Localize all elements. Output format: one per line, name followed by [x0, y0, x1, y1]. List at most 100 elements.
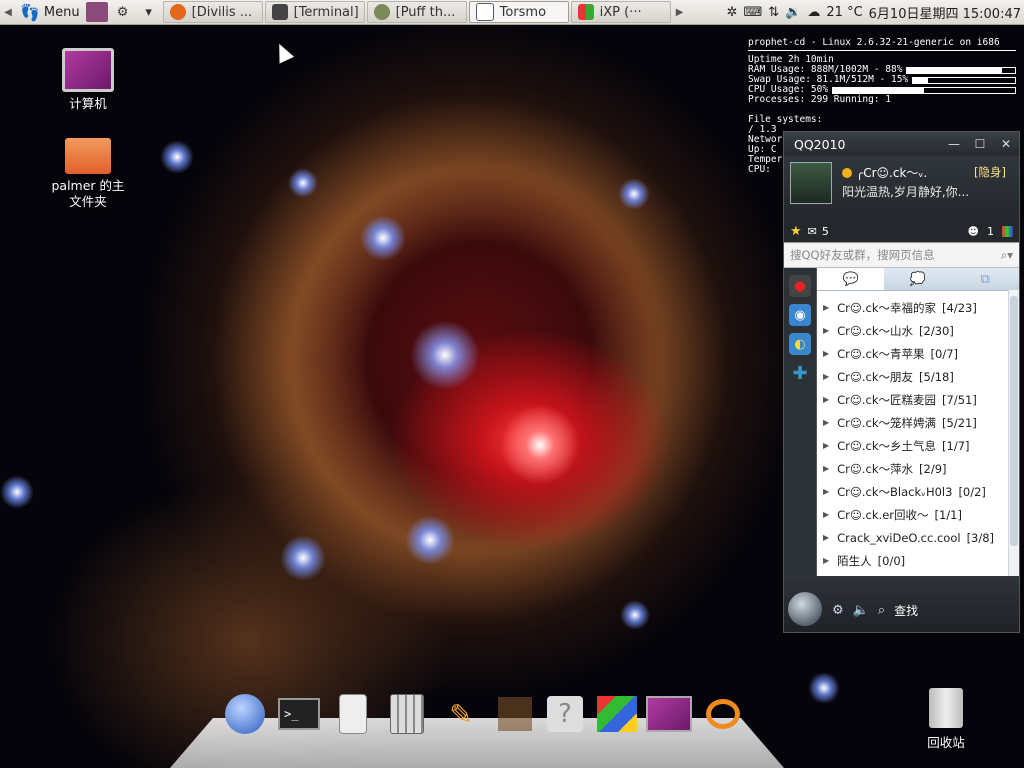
conky-header: prophet-cd - Linux 2.6.32-21-generic on … — [748, 37, 1000, 48]
task-torsmo[interactable]: Torsmo — [468, 1, 569, 23]
desktop-icon-trash[interactable]: 回收站 — [910, 688, 982, 751]
cleaner-icon[interactable]: ✎ — [438, 691, 484, 737]
search-icon[interactable]: ⌕▾ — [1001, 248, 1013, 263]
panel-scroll-left-button[interactable]: ◀ — [0, 1, 16, 23]
calculator-icon[interactable] — [384, 691, 430, 737]
expand-chevron-icon[interactable]: ▶ — [823, 418, 829, 427]
tab-contacts[interactable]: 💬 — [817, 268, 885, 290]
task-label: [Terminal] — [293, 4, 359, 20]
add-icon[interactable]: ✚ — [789, 362, 811, 384]
main-menu-button[interactable]: 👣 Menu — [16, 0, 84, 24]
list-item[interactable]: ▶ Cr☺.ck.er回收～ [1/1] — [817, 503, 1019, 526]
qq-penguin-icon[interactable]: ● — [789, 275, 811, 297]
list-item[interactable]: ▶ Cr☺.ck～笼样娉满 [5/21] — [817, 411, 1019, 434]
list-item[interactable]: ▶ Crack_xviDeO.cc.cool [3/8] — [817, 526, 1019, 549]
avatar[interactable] — [790, 162, 832, 204]
task-divilis[interactable]: [Divilis ... — [162, 1, 263, 23]
qq-sidebar: ● ◉ ◐ ✚ — [784, 268, 817, 578]
weather-icon[interactable]: ☁ — [807, 5, 820, 20]
trash-label: 回收站 — [927, 735, 965, 750]
home-label-line2: 文件夹 — [69, 194, 107, 209]
blender-icon[interactable] — [700, 691, 746, 737]
expand-chevron-icon[interactable]: ▶ — [823, 464, 829, 473]
tab-groups[interactable]: 💭 — [884, 268, 951, 290]
help-icon[interactable]: ? — [542, 691, 588, 737]
task-ixp[interactable]: iXP (··· — [570, 1, 671, 23]
task-terminal[interactable]: [Terminal] — [264, 1, 365, 23]
volume-icon[interactable]: 🔉 — [785, 5, 801, 20]
list-item[interactable]: ▶ Cr☺.ck～BlackᵥH0l3 [0/2] — [817, 480, 1019, 503]
qq-search-input[interactable]: 搜QQ好友或群，搜网页信息 ⌕▾ — [784, 242, 1019, 268]
show-desktop-icon[interactable] — [85, 2, 108, 22]
qq-toolbar: ★ ✉ 5 ☻ 1 — [784, 220, 1019, 242]
list-item[interactable]: ▶ 陌生人 [0/0] — [817, 549, 1019, 572]
list-item[interactable]: ▶ Cr☺.ck～青苹果 [0/7] — [817, 342, 1019, 365]
list-item[interactable]: ▶ Cr☺.ck～朋友 [5/18] — [817, 365, 1019, 388]
expand-chevron-icon[interactable]: ▶ — [823, 372, 829, 381]
tray-app-icon[interactable]: ✲ — [727, 5, 738, 20]
list-item[interactable]: ▶ Cr☺.ck～匠糕麦园 [7/51] — [817, 388, 1019, 411]
find-button[interactable]: 查找 — [894, 602, 918, 619]
task-puff[interactable]: [Puff th... — [366, 1, 467, 23]
status-badge[interactable]: [隐身] — [974, 164, 1006, 180]
cpu-bar-fill — [833, 87, 925, 93]
desktop-icon-computer[interactable]: 计算机 — [38, 48, 138, 112]
temperature-label[interactable]: 21 °C — [826, 5, 862, 20]
browser-icon[interactable]: ◉ — [789, 304, 811, 326]
qq-bottom-bar: ⚙ 🔈 ⌕ 查找 — [784, 576, 1019, 632]
expand-chevron-icon[interactable]: ▶ — [823, 349, 829, 358]
desktop-icon-home[interactable]: palmer 的主 文件夹 — [38, 138, 138, 210]
close-button[interactable]: ✕ — [993, 137, 1019, 151]
expand-chevron-icon[interactable]: ▶ — [823, 556, 829, 565]
expand-chevron-icon[interactable]: ▶ — [823, 326, 829, 335]
mail-icon[interactable]: ✉ — [808, 225, 817, 238]
expand-chevron-icon[interactable]: ▶ — [823, 487, 829, 496]
expand-chevron-icon[interactable]: ▶ — [823, 441, 829, 450]
expand-chevron-icon[interactable]: ▶ — [823, 303, 829, 312]
star-glow — [618, 178, 650, 210]
ipod-icon[interactable] — [330, 691, 376, 737]
maximize-button[interactable]: ☐ — [967, 137, 993, 151]
trash-icon — [929, 688, 963, 728]
qq-titlebar[interactable]: QQ2010 — ☐ ✕ — [784, 132, 1019, 156]
panel-scroll-right-button[interactable]: ▶ — [672, 1, 688, 23]
star-glow — [280, 535, 326, 581]
terminal-icon — [271, 4, 288, 20]
list-item[interactable]: ▶ Cr☺.ck～幸福的家 [4/23] — [817, 296, 1019, 319]
keyboard-icon[interactable]: ⌨ — [744, 5, 763, 20]
monitor-icon[interactable] — [646, 691, 692, 737]
main-menu-orb-icon[interactable] — [788, 592, 822, 626]
expand-chevron-icon[interactable]: ▶ — [823, 395, 829, 404]
nickname-row[interactable]: ╭Cr☺.ck～ᵥ. — [842, 164, 927, 181]
tab-recent[interactable]: ⧉ — [952, 268, 1019, 290]
expand-chevron-icon[interactable]: ▶ — [823, 510, 829, 519]
network-icon[interactable]: ⇅ — [768, 5, 779, 20]
launcher-icon[interactable]: ⚙ — [112, 2, 134, 22]
list-item[interactable]: ▶ Cr☺.ck～萍水 [2/9] — [817, 457, 1019, 480]
minimize-button[interactable]: — — [941, 137, 967, 151]
qzone-star-icon[interactable]: ★ — [790, 224, 802, 239]
list-item[interactable]: ▶ Cr☺.ck～山水 [2/30] — [817, 319, 1019, 342]
group-count: [4/23] — [942, 300, 977, 315]
friend-icon[interactable]: ☻ — [968, 225, 979, 238]
blank-icon[interactable] — [492, 691, 538, 737]
computer-label: 计算机 — [69, 96, 107, 111]
settings-gear-icon[interactable]: ⚙ — [832, 603, 844, 618]
terminal-icon[interactable]: >_ — [276, 691, 322, 737]
clock-label[interactable]: 6月10日星期四 15:00:47 — [869, 3, 1021, 22]
find-search-icon[interactable]: ⌕ — [878, 603, 885, 618]
skin-icon[interactable] — [1002, 225, 1013, 237]
scrollbar[interactable] — [1008, 290, 1019, 578]
gnome-do-icon[interactable] — [222, 691, 268, 737]
online-status-icon[interactable] — [842, 168, 852, 178]
group-count: [7/51] — [942, 392, 977, 407]
dropdown-chevron-icon[interactable]: ▾ — [138, 2, 160, 22]
list-item[interactable]: ▶ Cr☺.ck～乡土气息 [1/7] — [817, 434, 1019, 457]
pet-icon[interactable]: ◐ — [789, 333, 811, 355]
sound-icon[interactable]: 🔈 — [853, 603, 869, 618]
scrollbar-thumb[interactable] — [1010, 296, 1018, 546]
expand-chevron-icon[interactable]: ▶ — [823, 533, 829, 542]
signature[interactable]: 阳光温热,岁月静好,你... — [842, 183, 969, 200]
xp-icon[interactable] — [594, 691, 640, 737]
group-name: Cr☺.ck～匠糕麦园 — [837, 392, 937, 407]
